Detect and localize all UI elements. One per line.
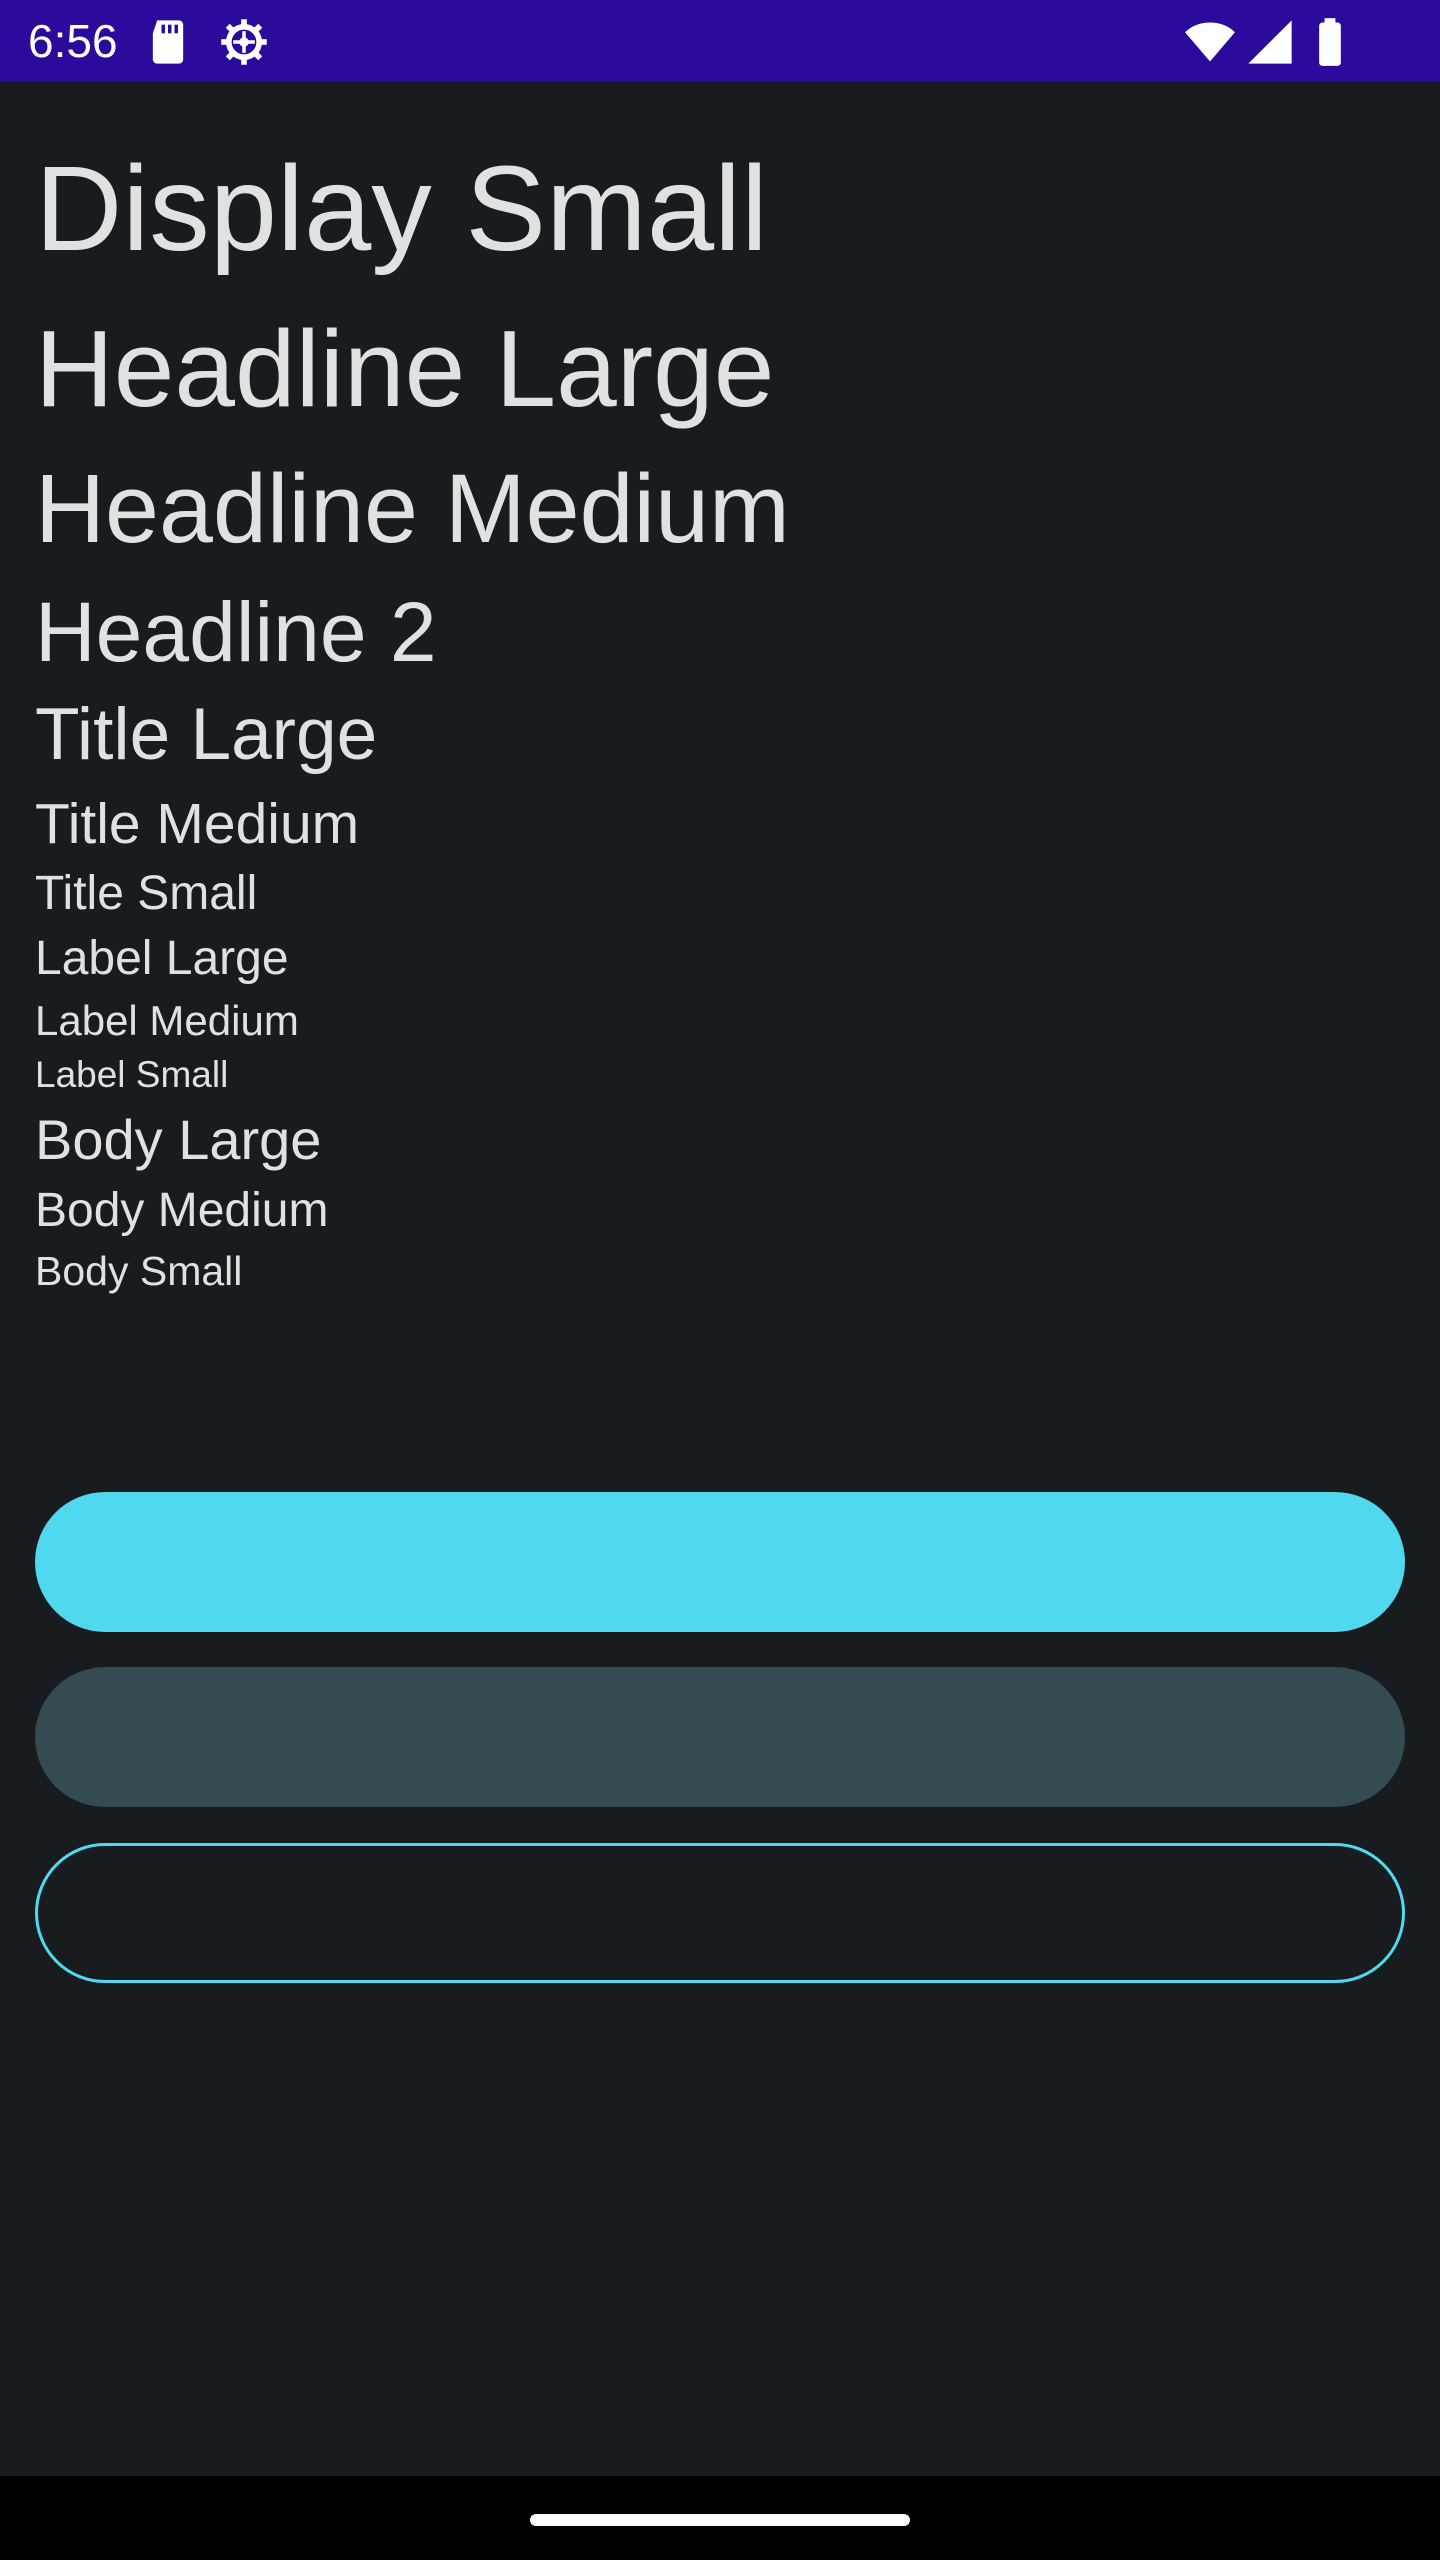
sd-card-icon [142,16,194,68]
status-bar: 6:56 [0,0,1440,82]
label-small-text: Label Small [35,1054,229,1095]
battery-icon [1304,16,1356,68]
headline-large-text: Headline Large [35,308,775,430]
tonal-button[interactable] [35,1667,1405,1807]
status-time: 6:56 [28,15,118,67]
label-medium-text: Label Medium [35,997,299,1044]
navigation-bar [0,2476,1440,2560]
wifi-icon [1184,16,1236,68]
body-medium-text: Body Medium [35,1184,329,1237]
outlined-button[interactable] [35,1843,1405,1983]
label-large-text: Label Large [35,932,289,985]
display-small-text: Display Small [35,140,768,276]
headline-2-text: Headline 2 [35,585,437,679]
title-small-text: Title Small [35,867,258,920]
body-small-text: Body Small [35,1248,243,1294]
title-medium-text: Title Medium [35,792,360,856]
body-large-text: Body Large [35,1108,322,1171]
filled-button[interactable] [35,1492,1405,1632]
cell-signal-icon [1244,16,1296,68]
home-gesture-handle[interactable] [530,2514,910,2526]
headline-medium-text: Headline Medium [35,454,790,563]
title-large-text: Title Large [35,694,378,775]
settings-gear-icon [218,16,270,68]
